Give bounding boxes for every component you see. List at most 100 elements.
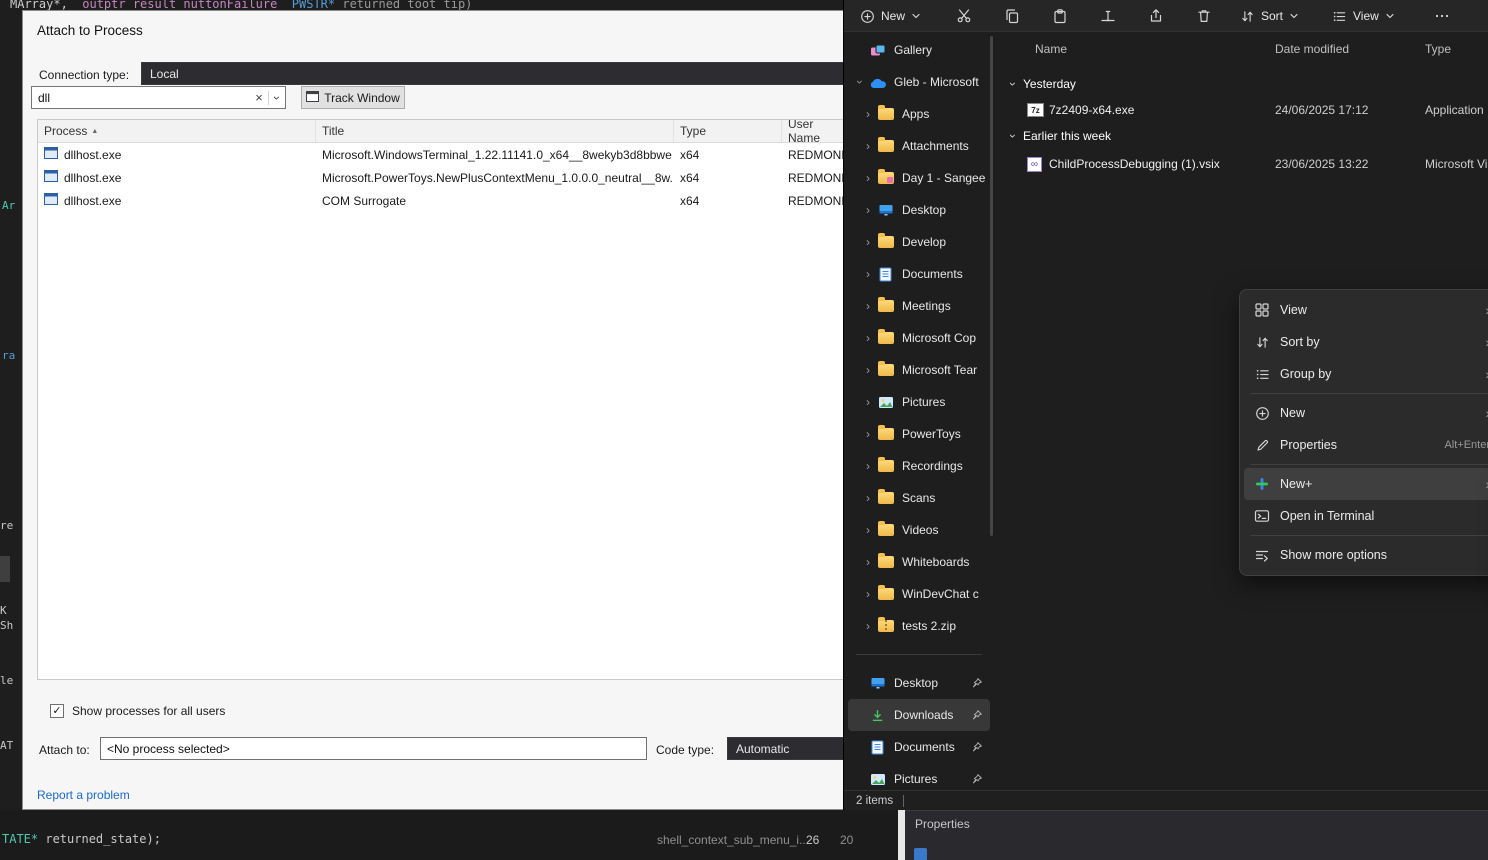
context-menu-item-sort-by[interactable]: Sort by› [1244, 326, 1488, 358]
sidebar-item-scans[interactable]: ›Scans [848, 482, 990, 514]
sidebar-item-powertoys[interactable]: ›PowerToys [848, 418, 990, 450]
column-header-name[interactable]: Name [1035, 42, 1067, 56]
chevron-right-icon[interactable]: › [860, 491, 876, 505]
sidebar-item-desktop-pinned[interactable]: Desktop [848, 667, 990, 699]
sidebar-item-downloads-pinned[interactable]: Downloads [848, 699, 990, 731]
more-options-button[interactable] [1428, 4, 1456, 28]
chevron-right-icon[interactable]: › [860, 235, 876, 249]
view-button[interactable]: View [1326, 4, 1401, 28]
sidebar-item-videos[interactable]: ›Videos [848, 514, 990, 546]
context-menu-item-group-by[interactable]: Group by› [1244, 358, 1488, 390]
chevron-down-icon[interactable]: › [852, 75, 868, 89]
file-list-pane: Name Date modified Type ›Yesterday 7z 7z… [1001, 34, 1488, 790]
group-header-yesterday[interactable]: ›Yesterday [1011, 71, 1076, 97]
pictures-icon [876, 396, 895, 409]
code-fragment: le [0, 674, 13, 687]
sidebar-item-develop[interactable]: ›Develop [848, 226, 990, 258]
plus-circle-icon [1254, 406, 1270, 421]
cut-button[interactable] [950, 4, 978, 28]
sidebar-item-pictures[interactable]: ›Pictures [848, 386, 990, 418]
column-header-date-modified[interactable]: Date modified [1275, 42, 1349, 56]
sort-button[interactable]: Sort [1234, 4, 1305, 28]
chevron-down-icon: › [1006, 82, 1020, 86]
sidebar-item-microsoft-cop[interactable]: ›Microsoft Cop [848, 322, 990, 354]
column-header-title[interactable]: Title [316, 120, 674, 142]
context-menu-item-view[interactable]: View› [1244, 294, 1488, 326]
context-menu-item-open-in-terminal[interactable]: Open in Terminal [1244, 500, 1488, 532]
report-problem-link[interactable]: Report a problem [37, 788, 130, 802]
column-header-user[interactable]: User Name [782, 120, 852, 142]
code-type-dropdown[interactable]: Automatic [727, 737, 853, 760]
sidebar-item-windevchat[interactable]: ›WinDevChat c [848, 578, 990, 610]
context-menu-item-show-more-options[interactable]: Show more options [1244, 539, 1488, 571]
filter-dropdown-icon[interactable]: › [268, 91, 285, 105]
sidebar-item-whiteboards[interactable]: ›Whiteboards [848, 546, 990, 578]
folder-icon [876, 524, 895, 536]
rename-button[interactable] [1094, 4, 1122, 28]
chevron-down-icon: › [1006, 134, 1020, 138]
sidebar-scrollbar[interactable] [990, 36, 993, 536]
show-all-users-checkbox[interactable]: ✓ [50, 704, 64, 718]
chevron-right-icon[interactable]: › [860, 139, 876, 153]
window-icon [44, 170, 58, 185]
sidebar-item-day1[interactable]: ›Day 1 - Sangee [848, 162, 990, 194]
chevron-right-icon[interactable]: › [860, 619, 876, 633]
chevron-right-icon[interactable]: › [860, 523, 876, 537]
sidebar-item-pictures-pinned[interactable]: Pictures [848, 763, 990, 790]
share-icon [1148, 8, 1164, 24]
process-row[interactable]: dllhost.exe COM Surrogate x64 REDMOND [38, 189, 852, 212]
chevron-right-icon[interactable]: › [860, 107, 876, 121]
chevron-right-icon[interactable]: › [860, 363, 876, 377]
sidebar-item-tests-zip[interactable]: ›tests 2.zip [848, 610, 990, 642]
chevron-right-icon[interactable]: › [860, 395, 876, 409]
track-window-button[interactable]: Track Window [301, 86, 405, 109]
file-row-vsix[interactable]: ∞ ChildProcessDebugging (1).vsix 23/06/2… [1001, 151, 1488, 178]
group-header-earlier-this-week[interactable]: ›Earlier this week [1011, 123, 1111, 149]
new-button[interactable]: New [854, 4, 927, 28]
process-row[interactable]: dllhost.exe Microsoft.WindowsTerminal_1.… [38, 143, 852, 166]
sidebar-item-recordings[interactable]: ›Recordings [848, 450, 990, 482]
column-header-process[interactable]: Process▲ [38, 120, 316, 142]
chevron-right-icon[interactable]: › [860, 267, 876, 281]
sidebar-item-apps[interactable]: ›Apps [848, 98, 990, 130]
chevron-right-icon[interactable]: › [860, 555, 876, 569]
sidebar-item-documents-pinned[interactable]: Documents [848, 731, 990, 763]
chevron-right-icon[interactable]: › [860, 203, 876, 217]
chevron-right-icon[interactable]: › [860, 331, 876, 345]
copy-button[interactable] [998, 4, 1026, 28]
chevron-right-icon[interactable]: › [860, 587, 876, 601]
sidebar-item-microsoft-tear[interactable]: ›Microsoft Tear [848, 354, 990, 386]
downloads-icon [868, 708, 887, 723]
sidebar-item-desktop[interactable]: ›Desktop [848, 194, 990, 226]
context-menu-item-new[interactable]: New› [1244, 397, 1488, 429]
process-filter-input[interactable]: dll × › [31, 86, 286, 109]
sidebar-item-documents[interactable]: ›Documents [848, 258, 990, 290]
connection-type-dropdown[interactable]: Local [141, 62, 853, 85]
code-fragment: re [0, 519, 13, 532]
view-grid-icon [1254, 302, 1270, 318]
chevron-right-icon[interactable]: › [860, 171, 876, 185]
sidebar-item-attachments[interactable]: ›Attachments [848, 130, 990, 162]
delete-button[interactable] [1190, 4, 1218, 28]
column-header-type[interactable]: Type [1425, 42, 1451, 56]
sidebar-item-gallery[interactable]: Gallery [848, 34, 990, 66]
context-menu-item-properties[interactable]: PropertiesAlt+Enter [1244, 429, 1488, 461]
column-header-type[interactable]: Type [674, 120, 782, 142]
paste-button[interactable] [1046, 4, 1074, 28]
share-button[interactable] [1142, 4, 1170, 28]
navigation-pane: Gallery ›Gleb - Microsoft ›Apps ›Attachm… [844, 34, 994, 790]
chevron-right-icon[interactable]: › [860, 299, 876, 313]
screen: MArray*, _outptr_result_nuttonFailure_ P… [0, 0, 1488, 860]
chevron-right-icon[interactable]: › [860, 427, 876, 441]
process-type: x64 [674, 148, 782, 162]
file-row-7z[interactable]: 7z 7z2409-x64.exe 24/06/2025 17:12 Appli… [1001, 97, 1488, 124]
pin-icon [971, 741, 983, 756]
sidebar-item-onedrive[interactable]: ›Gleb - Microsoft [848, 66, 990, 98]
process-row[interactable]: dllhost.exe Microsoft.PowerToys.NewPlusC… [38, 166, 852, 189]
chevron-right-icon[interactable]: › [860, 459, 876, 473]
clear-filter-icon[interactable]: × [250, 90, 268, 105]
attach-to-input[interactable]: <No process selected> [100, 737, 647, 760]
context-menu-item-newplus[interactable]: New+› [1244, 468, 1488, 500]
desktop-monitor-icon [868, 676, 887, 690]
sidebar-item-meetings[interactable]: ›Meetings [848, 290, 990, 322]
